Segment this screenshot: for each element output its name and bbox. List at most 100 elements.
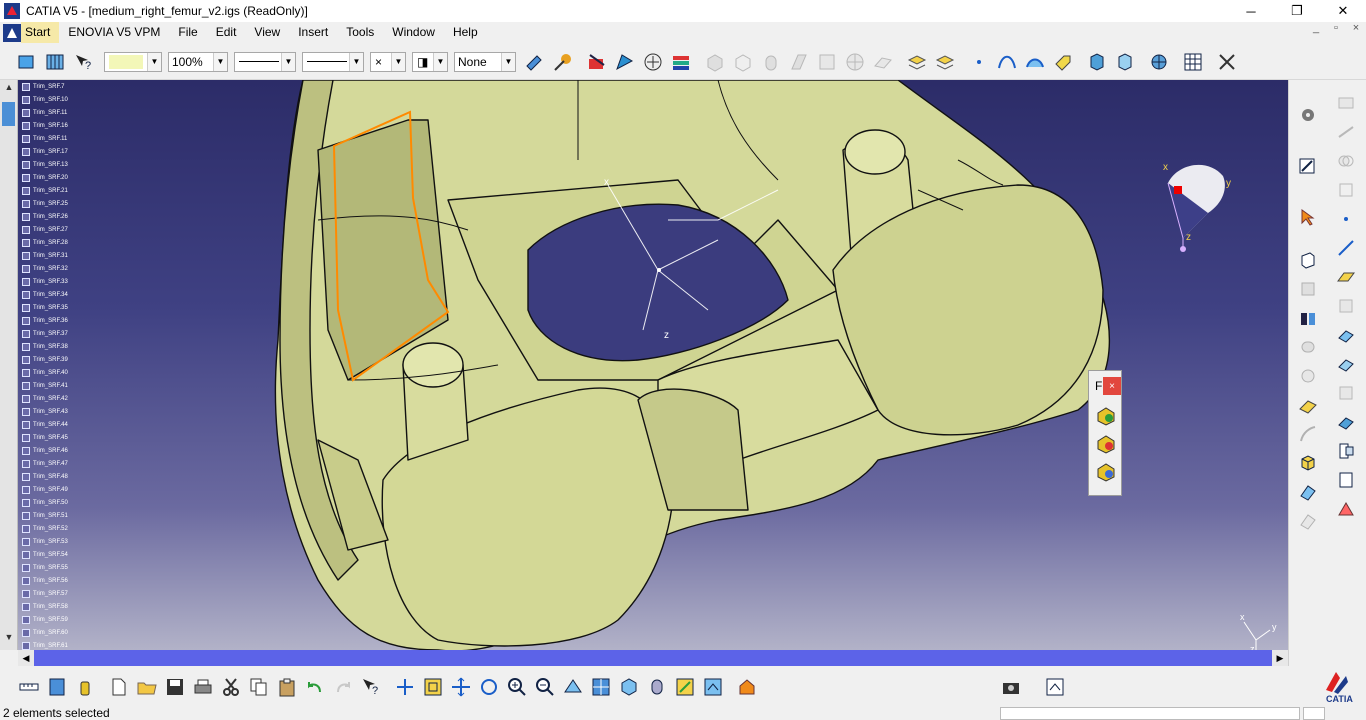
tree-item[interactable]: Trim_SRF.53 (22, 535, 68, 548)
pan-icon[interactable] (448, 674, 474, 700)
normal-view-icon[interactable] (560, 674, 586, 700)
tree-item[interactable]: Trim_SRF.31 (22, 249, 68, 262)
tree-item[interactable]: Trim_SRF.10 (22, 93, 68, 106)
wire-icon[interactable] (1333, 119, 1359, 145)
tree-item[interactable]: Trim_SRF.61 (22, 639, 68, 650)
tree-item[interactable]: Trim_SRF.48 (22, 470, 68, 483)
tree-item[interactable]: Trim_SRF.39 (22, 353, 68, 366)
menu-insert[interactable]: Insert (289, 22, 337, 43)
painter-icon[interactable] (522, 49, 548, 75)
measure-icon[interactable] (640, 49, 666, 75)
capture-camera-icon[interactable] (998, 674, 1024, 700)
maximize-button[interactable]: ❐ (1274, 0, 1320, 22)
menu-help[interactable]: Help (444, 22, 487, 43)
tree-item[interactable]: Trim_SRF.25 (22, 197, 68, 210)
catalog-icon[interactable] (44, 674, 70, 700)
cube-icon[interactable] (1295, 450, 1321, 476)
zoom-combo[interactable]: 100% ▼ (168, 51, 228, 72)
cylinder-icon[interactable] (758, 49, 784, 75)
color-combo[interactable]: ▼ (104, 51, 162, 72)
tree-item[interactable]: Trim_SRF.20 (22, 171, 68, 184)
transform-icon[interactable] (1333, 177, 1359, 203)
scroll-up-button[interactable]: ▲ (0, 82, 18, 98)
tree-item[interactable]: Trim_SRF.47 (22, 457, 68, 470)
stack-2-icon[interactable] (932, 49, 958, 75)
extract-icon[interactable] (1333, 467, 1359, 493)
tree-item[interactable]: Trim_SRF.27 (22, 223, 68, 236)
menu-tools[interactable]: Tools (337, 22, 383, 43)
tree-item[interactable]: Trim_SRF.46 (22, 444, 68, 457)
bottle-icon[interactable] (72, 674, 98, 700)
tree-item[interactable]: Trim_SRF.50 (22, 496, 68, 509)
knowledge-icon[interactable] (1333, 496, 1359, 522)
mdi-close-button[interactable]: × (1346, 22, 1366, 34)
ruler-icon[interactable] (16, 674, 42, 700)
horizontal-scrollbar[interactable]: ◀ ▶ (18, 650, 1288, 666)
sphere-icon[interactable] (842, 49, 868, 75)
box-icon[interactable] (702, 49, 728, 75)
tree-item[interactable]: Trim_SRF.55 (22, 561, 68, 574)
tree-item[interactable]: Trim_SRF.42 (22, 392, 68, 405)
tree-item[interactable]: Trim_SRF.36 (22, 314, 68, 327)
extrude-icon[interactable] (1295, 247, 1321, 273)
cut-icon[interactable] (218, 674, 244, 700)
redo-icon[interactable] (330, 674, 356, 700)
simulation-icon[interactable] (1042, 674, 1068, 700)
start-logo-icon[interactable] (3, 23, 21, 42)
menu-view[interactable]: View (245, 22, 289, 43)
point-style-combo[interactable]: × ▼ (370, 51, 406, 72)
tree-item[interactable]: Trim_SRF.60 (22, 626, 68, 639)
shaft-icon[interactable] (1295, 334, 1321, 360)
fit-all-icon[interactable] (420, 674, 446, 700)
whats-this-icon[interactable]: ? (70, 49, 96, 75)
scroll-left-button[interactable]: ◀ (18, 650, 34, 666)
hole-icon[interactable] (1295, 305, 1321, 331)
tree-item[interactable]: Trim_SRF.43 (22, 405, 68, 418)
tree-item[interactable]: Trim_SRF.37 (22, 327, 68, 340)
extrude-surface-icon[interactable] (1333, 322, 1359, 348)
linetype-combo[interactable]: ▼ (234, 51, 296, 72)
menu-window[interactable]: Window (383, 22, 444, 43)
plane-tool-icon[interactable] (1333, 90, 1359, 116)
surface-icon[interactable] (786, 49, 812, 75)
rotate-icon[interactable] (476, 674, 502, 700)
print-icon[interactable] (190, 674, 216, 700)
help-icon[interactable]: ? (358, 674, 384, 700)
sketch-icon[interactable] (14, 49, 40, 75)
stack-icon[interactable] (904, 49, 930, 75)
pattern-icon[interactable] (814, 49, 840, 75)
analysis-icon[interactable] (1084, 49, 1110, 75)
swap-visible-icon[interactable] (700, 674, 726, 700)
tree-item[interactable]: Trim_SRF.51 (22, 509, 68, 522)
save-icon[interactable] (162, 674, 188, 700)
minimize-button[interactable]: ─ (1228, 0, 1274, 22)
plane-icon[interactable] (870, 49, 896, 75)
float-tool-1-icon[interactable] (1093, 403, 1119, 429)
fillet-icon[interactable] (1295, 421, 1321, 447)
menu-file[interactable]: File (169, 22, 206, 43)
tree-item[interactable]: Trim_SRF.11 (22, 132, 68, 145)
apply-icon[interactable] (734, 674, 760, 700)
grid-table-icon[interactable] (1180, 49, 1206, 75)
offset-icon[interactable] (1333, 293, 1359, 319)
layer-combo[interactable]: None ▼ (454, 51, 516, 72)
pad-icon[interactable] (1295, 392, 1321, 418)
copy-icon[interactable] (246, 674, 272, 700)
tree-item[interactable]: Trim_SRF.21 (22, 184, 68, 197)
tag-icon[interactable] (1050, 49, 1076, 75)
tree-item[interactable]: Trim_SRF.17 (22, 145, 68, 158)
tree-item[interactable]: Trim_SRF.58 (22, 600, 68, 613)
blend-icon[interactable] (1333, 380, 1359, 406)
tree-item[interactable]: Trim_SRF.11 (22, 106, 68, 119)
zoom-in-icon[interactable] (504, 674, 530, 700)
analysis-2-icon[interactable] (1112, 49, 1138, 75)
lineweight-combo[interactable]: ▼ (302, 51, 364, 72)
iso-view-icon[interactable] (616, 674, 642, 700)
draft-icon[interactable] (1295, 508, 1321, 534)
tree-item[interactable]: Trim_SRF.44 (22, 418, 68, 431)
join-icon[interactable] (1333, 438, 1359, 464)
sweep-icon[interactable] (1333, 351, 1359, 377)
open-folder-icon[interactable] (134, 674, 160, 700)
tree-item[interactable]: Trim_SRF.26 (22, 210, 68, 223)
menu-enovia[interactable]: ENOVIA V5 VPM (59, 22, 169, 43)
